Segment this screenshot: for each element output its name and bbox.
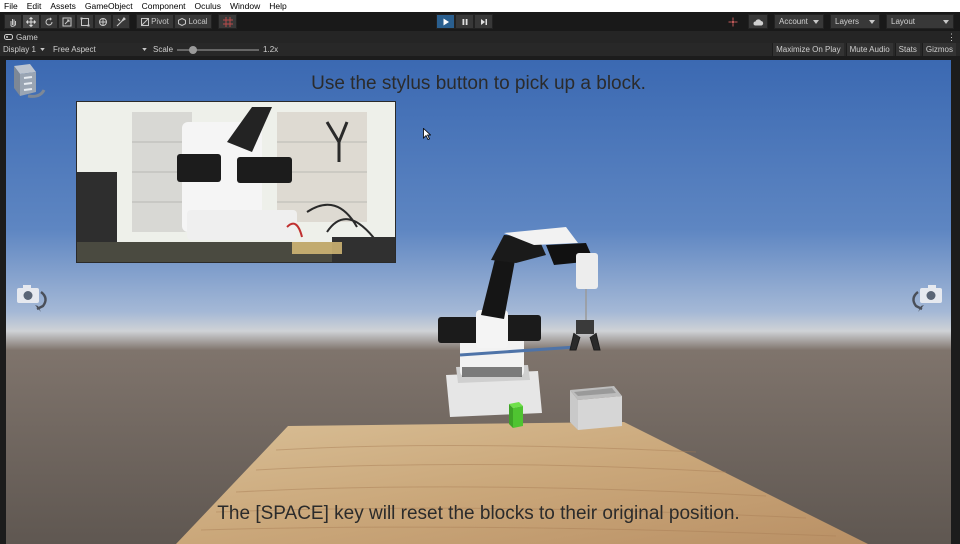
menu-help[interactable]: Help: [265, 0, 291, 12]
tab-game-label: Game: [16, 32, 38, 42]
toolbar-right: Account Layers Layout: [724, 14, 954, 29]
camera-feed: [76, 101, 396, 263]
pause-button[interactable]: [455, 14, 474, 29]
stats-toggle[interactable]: Stats: [894, 43, 920, 56]
local-label: Local: [188, 17, 208, 26]
pivot-toggle[interactable]: Pivot: [136, 14, 174, 29]
local-toggle[interactable]: Local: [174, 14, 212, 29]
camera-rotate-right-icon[interactable]: [906, 282, 944, 314]
snap-group: [218, 14, 237, 29]
camera-rotate-left-icon[interactable]: [15, 282, 53, 314]
collab-icon[interactable]: [724, 14, 742, 29]
game-bar-right: Maximize On Play Mute Audio Stats Gizmos: [772, 43, 956, 56]
scale-value: 1.2x: [263, 45, 279, 54]
chevron-down-icon: [869, 19, 875, 24]
mute-audio-toggle[interactable]: Mute Audio: [845, 43, 893, 56]
mouse-cursor-icon: [423, 128, 431, 140]
menu-oculus[interactable]: Oculus: [191, 0, 226, 12]
menu-file[interactable]: File: [0, 0, 23, 12]
scale-control: Scale 1.2x: [150, 43, 281, 56]
play-controls: [436, 14, 493, 29]
rotate-icon[interactable]: [40, 14, 58, 29]
scale-label: Scale: [153, 45, 174, 54]
maximize-on-play-toggle[interactable]: Maximize On Play: [772, 43, 844, 56]
account-dropdown[interactable]: Account: [774, 14, 824, 29]
chevron-down-icon: [40, 48, 45, 51]
pivot-label: Pivot: [151, 17, 169, 26]
move-icon[interactable]: [22, 14, 40, 29]
gizmos-toggle[interactable]: Gizmos: [921, 43, 956, 56]
display-dropdown[interactable]: Display 1: [0, 43, 48, 56]
play-icon: [443, 18, 449, 25]
pivot-group: Pivot Local: [136, 14, 212, 29]
right-border: [951, 56, 960, 544]
aspect-label: Free Aspect: [53, 45, 96, 54]
account-label: Account: [779, 17, 808, 26]
display-label: Display 1: [3, 45, 36, 54]
game-tab-bar: Game ⋮: [0, 31, 960, 43]
tab-game[interactable]: Game: [4, 33, 38, 42]
gamepad-icon: [4, 34, 13, 40]
menu-gameobject[interactable]: GameObject: [81, 0, 138, 12]
instruction-top-text: Use the stylus button to pick up a block…: [311, 73, 646, 94]
play-button[interactable]: [436, 14, 455, 29]
main-toolbar: Pivot Local Account Layers Layout: [0, 12, 960, 31]
menu-component[interactable]: Component: [138, 0, 191, 12]
instruction-bottom-text: The [SPACE] key will reset the blocks to…: [217, 503, 740, 524]
local-icon: [178, 17, 187, 26]
pivot-icon: [141, 17, 150, 26]
rect-icon[interactable]: [76, 14, 94, 29]
more-options-icon[interactable]: ⋮: [947, 32, 956, 43]
aspect-dropdown[interactable]: Free Aspect: [50, 43, 150, 56]
step-icon: [480, 18, 487, 25]
scale-slider[interactable]: [177, 45, 260, 54]
transform-icon[interactable]: [94, 14, 112, 29]
pause-icon: [462, 18, 467, 25]
chevron-down-icon: [813, 19, 819, 24]
menu-window[interactable]: Window: [226, 0, 265, 12]
cloud-icon[interactable]: [748, 14, 768, 29]
layout-label: Layout: [891, 17, 916, 26]
chevron-down-icon: [142, 48, 147, 51]
step-button[interactable]: [474, 14, 493, 29]
scale-slider-handle[interactable]: [189, 45, 198, 54]
menu-assets[interactable]: Assets: [46, 0, 81, 12]
game-view-bar: Display 1 Free Aspect Scale 1.2x Maximiz…: [0, 43, 960, 56]
menu-edit[interactable]: Edit: [23, 0, 47, 12]
layout-dropdown[interactable]: Layout: [886, 14, 954, 29]
game-viewport[interactable]: Use the stylus button to pick up a block…: [6, 60, 951, 544]
hand-icon[interactable]: [4, 14, 22, 29]
layers-dropdown[interactable]: Layers: [830, 14, 880, 29]
scale-icon[interactable]: [58, 14, 76, 29]
custom-tool-icon[interactable]: [112, 14, 130, 29]
green-block[interactable]: [507, 400, 527, 430]
tool-group: [4, 14, 130, 29]
chevron-down-icon: [943, 19, 949, 24]
grey-container: [570, 386, 622, 430]
grid-snap-icon[interactable]: [218, 14, 237, 29]
menu-bar: File Edit Assets GameObject Component Oc…: [0, 0, 960, 12]
layers-label: Layers: [835, 17, 860, 26]
